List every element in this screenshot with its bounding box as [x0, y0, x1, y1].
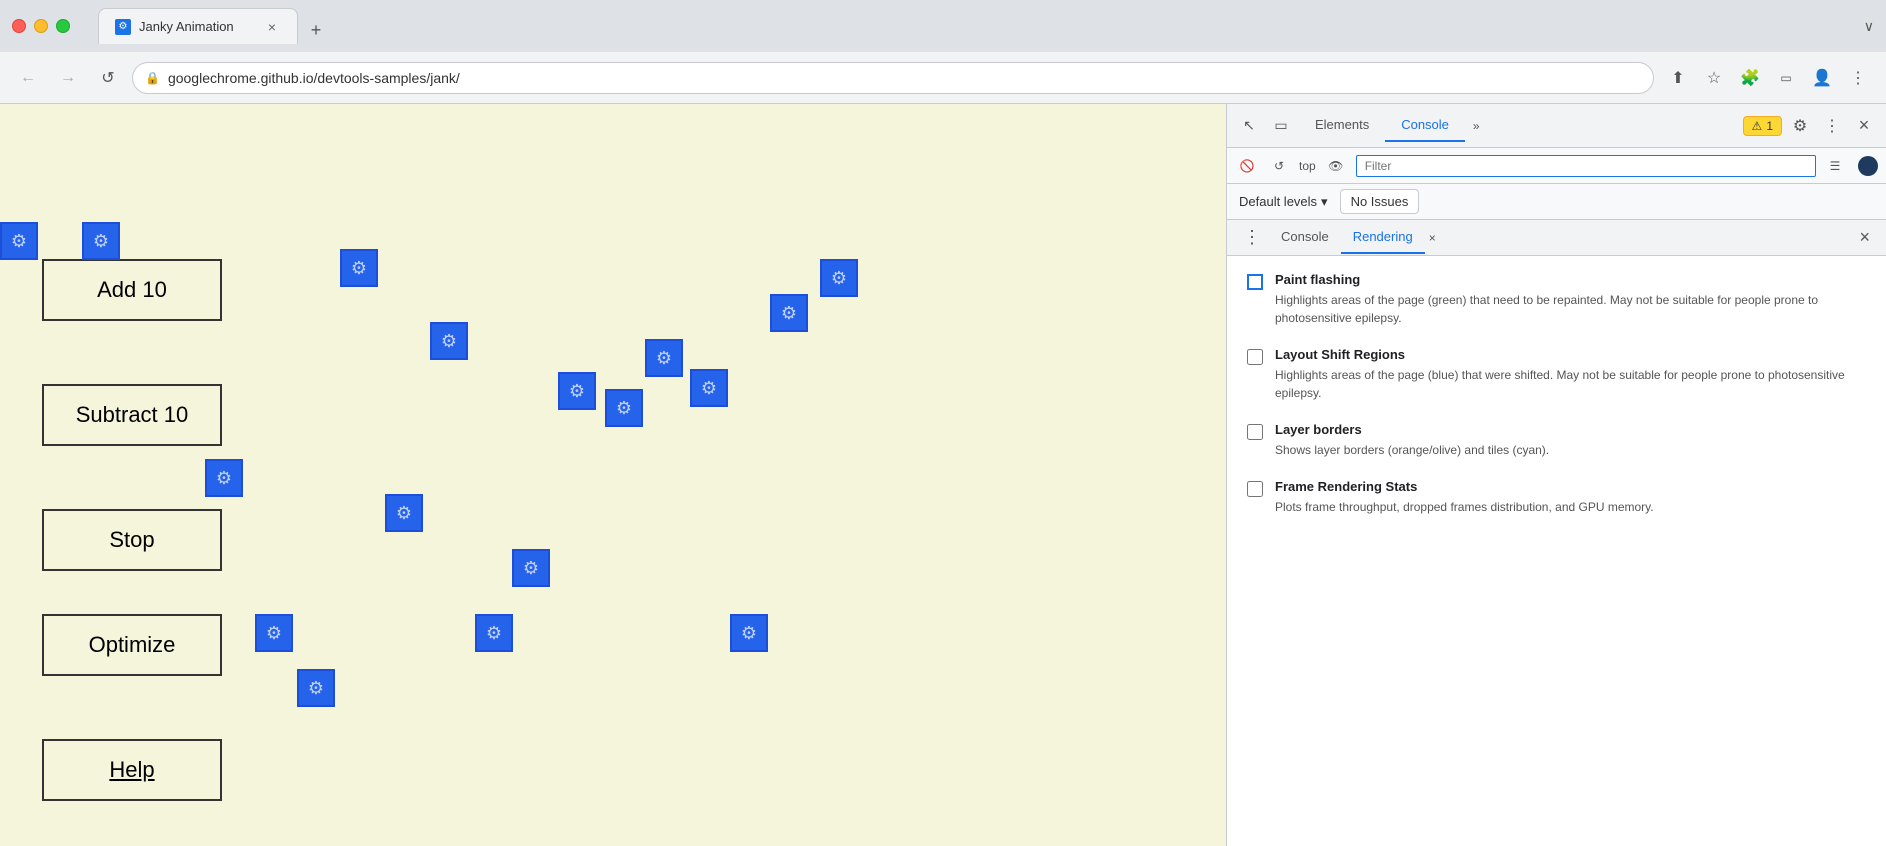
no-issues-button[interactable]: No Issues: [1340, 189, 1420, 214]
active-tab[interactable]: Janky Animation ×: [98, 8, 298, 44]
cast-button[interactable]: ▭: [1770, 62, 1802, 94]
optimize-button[interactable]: Optimize: [42, 614, 222, 676]
rendering-tabs-bar: ⋮ Console Rendering × ×: [1227, 220, 1886, 256]
rendering-tab[interactable]: Rendering: [1341, 221, 1425, 254]
top-context-selector[interactable]: top: [1299, 159, 1316, 173]
console-sub-toolbar: 🚫 ↺ top 👁 ☰: [1227, 148, 1886, 184]
layer-borders-title: Layer borders: [1275, 422, 1549, 437]
devtools-main-tabs: Elements Console »: [1299, 109, 1739, 142]
layer-borders-desc: Shows layer borders (orange/olive) and t…: [1275, 441, 1549, 459]
layout-shift-desc: Highlights areas of the page (blue) that…: [1275, 366, 1866, 402]
animated-square: [645, 339, 683, 377]
rendering-panel-close[interactable]: ×: [1851, 227, 1878, 248]
forward-button[interactable]: →: [52, 62, 84, 94]
animated-square: [512, 549, 550, 587]
subtract10-button[interactable]: Subtract 10: [42, 384, 222, 446]
paint-flashing-checkbox[interactable]: [1247, 274, 1263, 290]
tab-favicon: [115, 19, 131, 35]
rendering-tab-close[interactable]: ×: [1425, 229, 1440, 247]
layout-shift-checkbox[interactable]: [1247, 349, 1263, 365]
nav-bar: ← → ↺ 🔒 googlechrome.github.io/devtools-…: [0, 52, 1886, 104]
default-levels-button[interactable]: Default levels ▾: [1239, 194, 1328, 210]
animated-square: [475, 614, 513, 652]
settings-button[interactable]: ⚙: [1786, 112, 1814, 140]
animated-square: [0, 222, 38, 260]
devtools-close-button[interactable]: ×: [1850, 112, 1878, 140]
close-traffic-light[interactable]: [12, 19, 26, 33]
address-bar[interactable]: 🔒 googlechrome.github.io/devtools-sample…: [132, 62, 1654, 94]
add10-button[interactable]: Add 10: [42, 259, 222, 321]
minimize-traffic-light[interactable]: [34, 19, 48, 33]
nav-actions: ⬆ ☆ 🧩 ▭ 👤 ⋮: [1662, 62, 1874, 94]
help-button[interactable]: Help: [42, 739, 222, 801]
paint-flashing-item: Paint flashing Highlights areas of the p…: [1247, 272, 1866, 327]
devtools-top-toolbar: ↖ ▭ Elements Console » ⚠ 1 ⚙ ⋮ ×: [1227, 104, 1886, 148]
animated-square: [82, 222, 120, 260]
eye-button[interactable]: 👁: [1324, 154, 1348, 178]
animated-square: [820, 259, 858, 297]
inspector-button[interactable]: ↖: [1235, 112, 1263, 140]
stop-button[interactable]: Stop: [42, 509, 222, 571]
animated-square: [730, 614, 768, 652]
new-tab-button[interactable]: +: [302, 16, 330, 44]
layer-borders-checkbox[interactable]: [1247, 424, 1263, 440]
browser-dropdown[interactable]: ∨: [1864, 18, 1874, 35]
animated-square: [430, 322, 468, 360]
animated-square: [340, 249, 378, 287]
layer-borders-item: Layer borders Shows layer borders (orang…: [1247, 422, 1866, 459]
layout-shift-title: Layout Shift Regions: [1275, 347, 1866, 362]
share-button[interactable]: ⬆: [1662, 62, 1694, 94]
frame-rendering-desc: Plots frame throughput, dropped frames d…: [1275, 498, 1654, 516]
clear-console-button[interactable]: 🚫: [1235, 154, 1259, 178]
animated-square: [558, 372, 596, 410]
frame-rendering-title: Frame Rendering Stats: [1275, 479, 1654, 494]
warning-count: 1: [1766, 119, 1773, 133]
console-tab[interactable]: Console: [1385, 109, 1465, 142]
filter-menu-button[interactable]: ☰: [1824, 155, 1846, 177]
animated-square: [385, 494, 423, 532]
frame-rendering-checkbox[interactable]: [1247, 481, 1263, 497]
bookmark-button[interactable]: ☆: [1698, 62, 1730, 94]
browser-window: Janky Animation × + ∨ ← → ↺ 🔒 googlechro…: [0, 0, 1886, 846]
title-bar: Janky Animation × + ∨: [0, 0, 1886, 52]
more-tabs-button[interactable]: »: [1465, 115, 1488, 137]
animated-square: [770, 294, 808, 332]
tab-title: Janky Animation: [139, 19, 255, 34]
back-button[interactable]: ←: [12, 62, 44, 94]
filter-input[interactable]: [1356, 155, 1816, 177]
animated-square: [205, 459, 243, 497]
tab-bar: Janky Animation × +: [98, 8, 1856, 44]
console-refresh-button[interactable]: ↺: [1267, 154, 1291, 178]
extensions-button[interactable]: 🧩: [1734, 62, 1766, 94]
animated-square: [605, 389, 643, 427]
devtools-menu-button[interactable]: ⋮: [1818, 112, 1846, 140]
warning-badge[interactable]: ⚠ 1: [1743, 116, 1782, 136]
lock-icon: 🔒: [145, 71, 160, 85]
warning-icon: ⚠: [1752, 119, 1763, 133]
profile-button[interactable]: 👤: [1806, 62, 1838, 94]
frame-rendering-item: Frame Rendering Stats Plots frame throug…: [1247, 479, 1866, 516]
content-area: Add 10 Subtract 10 Stop Optimize Help: [0, 104, 1886, 846]
console-settings-circle[interactable]: [1858, 156, 1878, 176]
animated-square: [255, 614, 293, 652]
rendering-dots-menu[interactable]: ⋮: [1235, 227, 1269, 248]
animated-square: [690, 369, 728, 407]
animated-square: [297, 669, 335, 707]
traffic-lights: [12, 19, 70, 33]
default-levels-bar: Default levels ▾ No Issues: [1227, 184, 1886, 220]
rendering-console-tab[interactable]: Console: [1269, 221, 1341, 254]
address-text: googlechrome.github.io/devtools-samples/…: [168, 70, 1641, 86]
elements-tab[interactable]: Elements: [1299, 109, 1385, 142]
refresh-button[interactable]: ↺: [92, 62, 124, 94]
devtools-panel: ↖ ▭ Elements Console » ⚠ 1 ⚙ ⋮ ×: [1226, 104, 1886, 846]
fullscreen-traffic-light[interactable]: [56, 19, 70, 33]
layout-shift-item: Layout Shift Regions Highlights areas of…: [1247, 347, 1866, 402]
tab-close-button[interactable]: ×: [263, 18, 281, 36]
page-content: Add 10 Subtract 10 Stop Optimize Help: [0, 104, 1226, 846]
rendering-content: Paint flashing Highlights areas of the p…: [1227, 256, 1886, 846]
menu-button[interactable]: ⋮: [1842, 62, 1874, 94]
paint-flashing-desc: Highlights areas of the page (green) tha…: [1275, 291, 1866, 327]
paint-flashing-title: Paint flashing: [1275, 272, 1866, 287]
device-toolbar-button[interactable]: ▭: [1267, 112, 1295, 140]
